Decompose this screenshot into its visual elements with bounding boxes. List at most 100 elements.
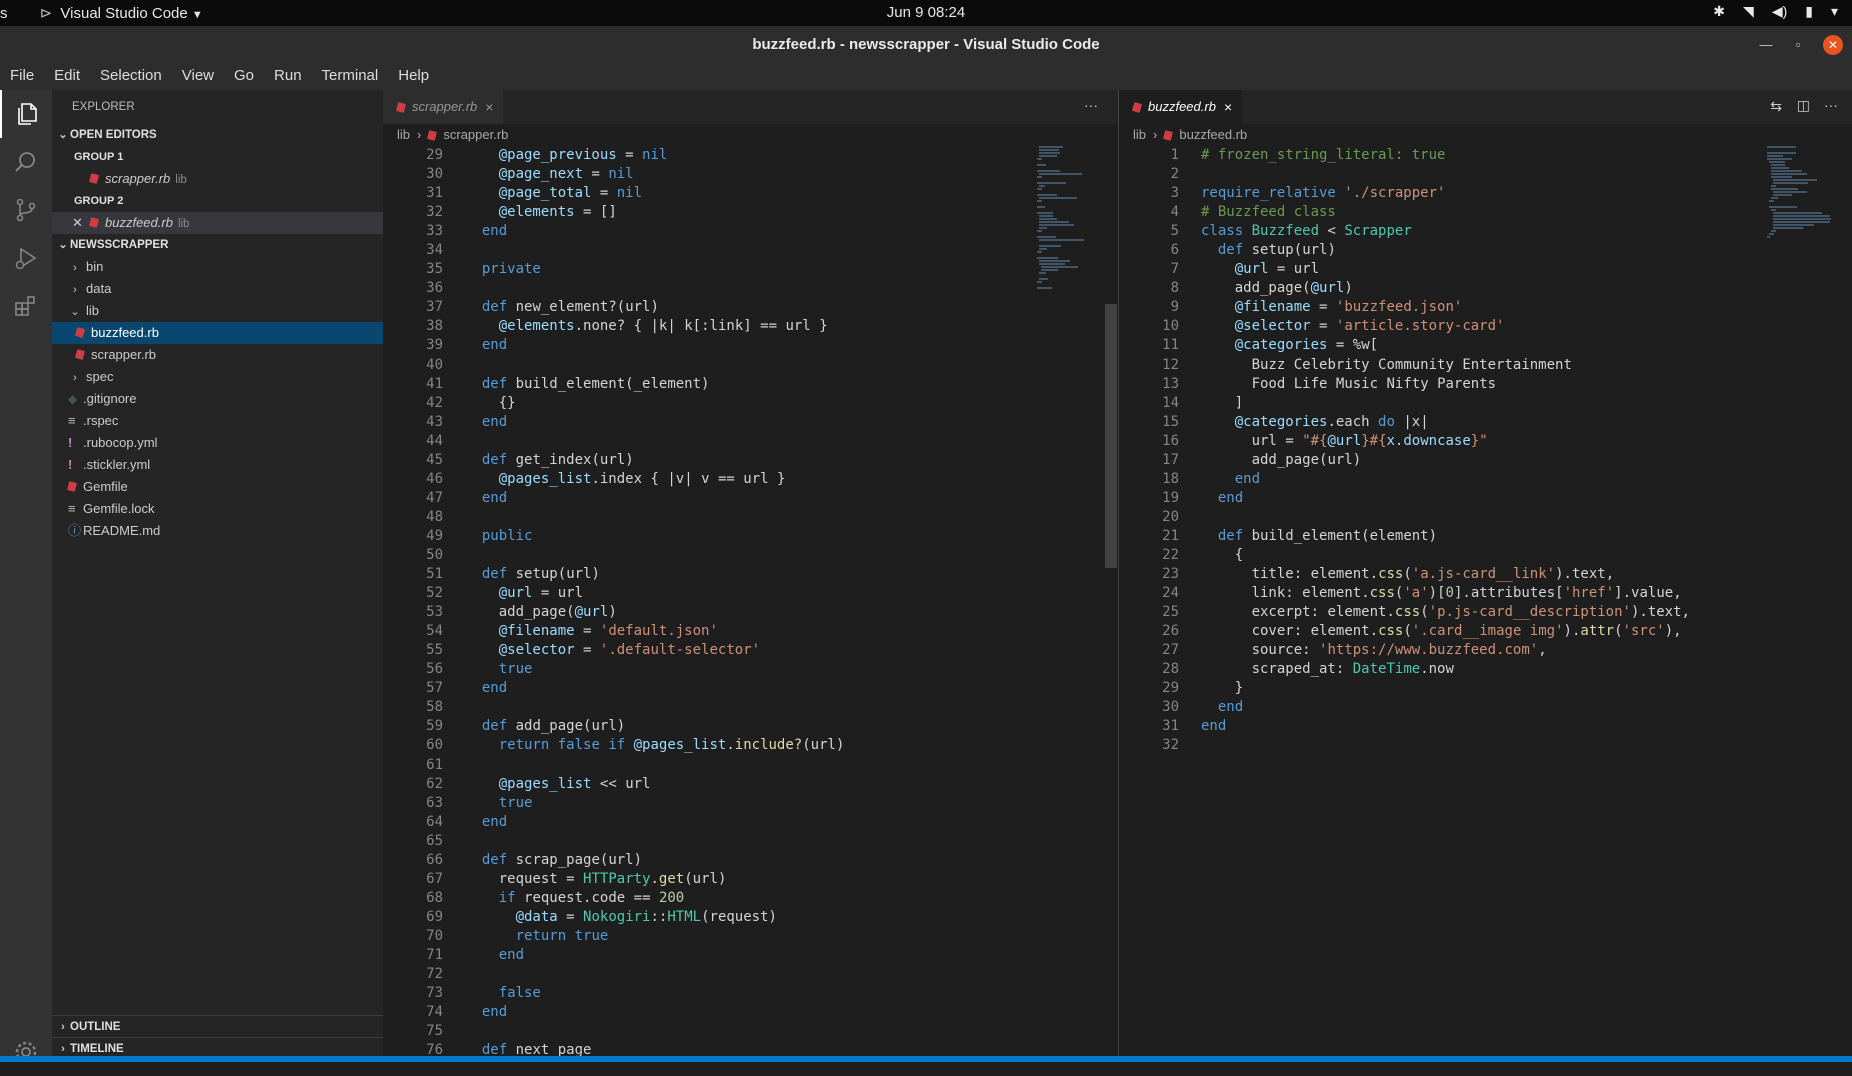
battery-icon[interactable]: ▮ <box>1805 3 1813 20</box>
code-line[interactable]: 25 excerpt: element.css('p.js-card__desc… <box>1119 603 1759 622</box>
code-line[interactable]: 50 <box>383 546 1033 565</box>
code-line[interactable]: 18 end <box>1119 470 1759 489</box>
code-line[interactable]: 20 <box>1119 508 1759 527</box>
explorer-icon[interactable] <box>0 90 54 138</box>
minimap-left[interactable] <box>1035 146 1101 290</box>
code-line[interactable]: 44 <box>383 432 1033 451</box>
code-line[interactable]: 73 false <box>383 984 1033 1003</box>
tree-item-data[interactable]: › data <box>52 278 399 300</box>
tree-item-gemfile[interactable]: Gemfile <box>52 476 399 498</box>
code-line[interactable]: 65 <box>383 832 1033 851</box>
tree-item-readme[interactable]: ⓘ README.md <box>52 520 399 542</box>
breadcrumb-file[interactable]: buzzfeed.rb <box>1179 124 1247 146</box>
code-line[interactable]: 71 end <box>383 946 1033 965</box>
code-line[interactable]: 32 @elements = [] <box>383 203 1033 222</box>
code-line[interactable]: 47 end <box>383 489 1033 508</box>
code-line[interactable]: 1 # frozen_string_literal: true <box>1119 146 1759 165</box>
close-editor-icon[interactable]: ✕ <box>72 212 90 234</box>
breadcrumb-dir[interactable]: lib <box>397 124 410 146</box>
open-editor-buzzfeed[interactable]: ✕ buzzfeed.rb lib <box>52 212 403 234</box>
code-line[interactable]: 41 def build_element(_element) <box>383 375 1033 394</box>
code-line[interactable]: 28 scraped_at: DateTime.now <box>1119 660 1759 679</box>
tree-item-spec[interactable]: › spec <box>52 366 399 388</box>
code-line[interactable]: 36 <box>383 279 1033 298</box>
code-line[interactable]: 75 <box>383 1022 1033 1041</box>
menu-file[interactable]: File <box>0 64 44 90</box>
outline-header[interactable]: › OUTLINE <box>52 1015 387 1038</box>
code-line[interactable]: 62 @pages_list << url <box>383 775 1033 794</box>
code-line[interactable]: 39 end <box>383 336 1033 355</box>
tree-item-bin[interactable]: › bin <box>52 256 399 278</box>
menu-run[interactable]: Run <box>264 64 312 90</box>
code-line[interactable]: 51 def setup(url) <box>383 565 1033 584</box>
code-line[interactable]: 55 @selector = '.default-selector' <box>383 641 1033 660</box>
code-line[interactable]: 60 return false if @pages_list.include?(… <box>383 736 1033 755</box>
code-line[interactable]: 49 public <box>383 527 1033 546</box>
menu-selection[interactable]: Selection <box>90 64 172 90</box>
menu-view[interactable]: View <box>172 64 224 90</box>
code-line[interactable]: 74 end <box>383 1003 1033 1022</box>
code-line[interactable]: 12 Buzz Celebrity Community Entertainmen… <box>1119 356 1759 375</box>
code-line[interactable]: 54 @filename = 'default.json' <box>383 622 1033 641</box>
code-line[interactable]: 58 <box>383 698 1033 717</box>
tree-item-scrapper[interactable]: scrapper.rb <box>52 344 407 366</box>
code-line[interactable]: 3 require_relative './scrapper' <box>1119 184 1759 203</box>
search-icon[interactable] <box>0 138 52 186</box>
code-line[interactable]: 16 url = "#{@url}#{x.downcase}" <box>1119 432 1759 451</box>
maximize-button[interactable]: ▫ <box>1788 35 1808 55</box>
code-line[interactable]: 37 def new_element?(url) <box>383 298 1033 317</box>
minimap-right[interactable] <box>1767 146 1833 242</box>
extensions-icon[interactable] <box>0 282 52 330</box>
code-line[interactable]: 59 def add_page(url) <box>383 717 1033 736</box>
close-window-button[interactable]: ✕ <box>1823 35 1843 55</box>
code-line[interactable]: 35 private <box>383 260 1033 279</box>
code-line[interactable]: 63 true <box>383 794 1033 813</box>
menu-edit[interactable]: Edit <box>44 64 90 90</box>
wifi-icon[interactable]: ◥ <box>1743 3 1754 20</box>
open-editor-scrapper[interactable]: scrapper.rb lib <box>52 168 421 190</box>
menu-help[interactable]: Help <box>388 64 439 90</box>
code-line[interactable]: 67 request = HTTParty.get(url) <box>383 870 1033 889</box>
code-line[interactable]: 52 @url = url <box>383 584 1033 603</box>
code-line[interactable]: 4 # Buzzfeed class <box>1119 203 1759 222</box>
code-line[interactable]: 64 end <box>383 813 1033 832</box>
tree-item-gitignore[interactable]: ◆ .gitignore <box>52 388 399 410</box>
open-editors-header[interactable]: ⌄ OPEN EDITORS <box>52 124 387 146</box>
code-line[interactable]: 9 @filename = 'buzzfeed.json' <box>1119 298 1759 317</box>
code-line[interactable]: 46 @pages_list.index { |v| v == url } <box>383 470 1033 489</box>
tree-item-buzzfeed[interactable]: buzzfeed.rb <box>52 322 407 344</box>
code-line[interactable]: 30 @page_next = nil <box>383 165 1033 184</box>
slack-icon[interactable]: ✱ <box>1713 3 1725 20</box>
breadcrumb-dir[interactable]: lib <box>1133 124 1146 146</box>
more-actions-button[interactable]: ··· <box>1084 97 1098 113</box>
minimize-button[interactable]: — <box>1756 35 1776 55</box>
code-line[interactable]: 68 if request.code == 200 <box>383 889 1033 908</box>
code-line[interactable]: 17 add_page(url) <box>1119 451 1759 470</box>
code-line[interactable]: 10 @selector = 'article.story-card' <box>1119 317 1759 336</box>
tab-scrapper[interactable]: scrapper.rb × <box>383 90 504 124</box>
code-line[interactable]: 57 end <box>383 679 1033 698</box>
code-line[interactable]: 33 end <box>383 222 1033 241</box>
settings-gear-icon[interactable] <box>0 1028 52 1076</box>
power-menu-icon[interactable]: ▾ <box>1831 3 1838 20</box>
more-actions-button[interactable]: ··· <box>1824 97 1838 113</box>
code-line[interactable]: 6 def setup(url) <box>1119 241 1759 260</box>
close-tab-icon[interactable]: × <box>485 90 493 124</box>
code-line[interactable]: 69 @data = Nokogiri::HTML(request) <box>383 908 1033 927</box>
code-line[interactable]: 13 Food Life Music Nifty Parents <box>1119 375 1759 394</box>
code-line[interactable]: 53 add_page(@url) <box>383 603 1033 622</box>
tree-item-stickler[interactable]: ! .stickler.yml <box>52 454 399 476</box>
status-bar[interactable] <box>0 1056 1852 1062</box>
tree-item-lib[interactable]: ⌄ lib <box>52 300 399 322</box>
tree-item-rubocop[interactable]: ! .rubocop.yml <box>52 432 399 454</box>
project-header[interactable]: ⌄ NEWSSCRAPPER <box>52 234 387 256</box>
code-line[interactable]: 29 @page_previous = nil <box>383 146 1033 165</box>
code-line[interactable]: 31 @page_total = nil <box>383 184 1033 203</box>
code-area-right[interactable]: 1 # frozen_string_literal: true 2 3 require_… <box>1119 146 1759 756</box>
code-line[interactable]: 23 title: element.css('a.js-card__link')… <box>1119 565 1759 584</box>
code-line[interactable]: 38 @elements.none? { |k| k[:link] == url… <box>383 317 1033 336</box>
close-tab-icon[interactable]: × <box>1224 90 1232 124</box>
code-line[interactable]: 27 source: 'https://www.buzzfeed.com', <box>1119 641 1759 660</box>
code-area-left[interactable]: 29 @page_previous = nil 30 @page_next = n… <box>383 146 1033 1060</box>
code-line[interactable]: 22 { <box>1119 546 1759 565</box>
